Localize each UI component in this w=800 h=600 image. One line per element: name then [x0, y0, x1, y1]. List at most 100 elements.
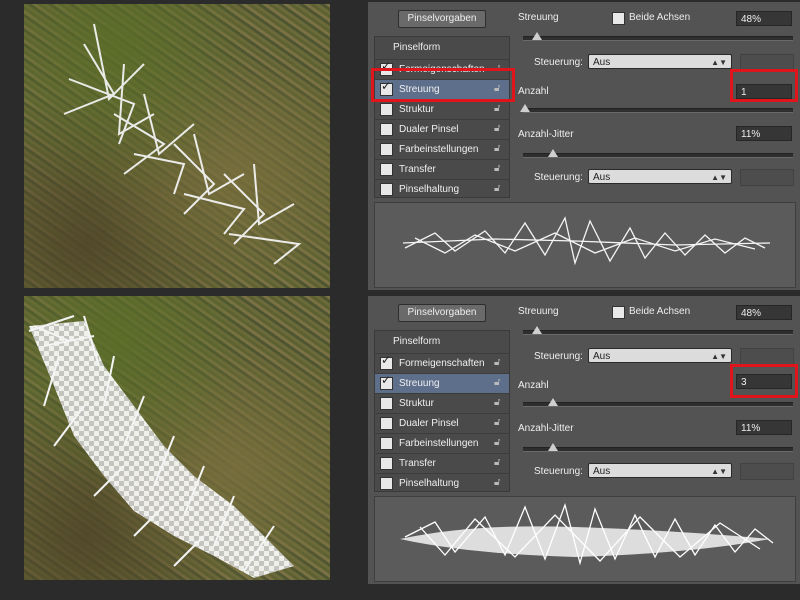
highlight-box-streuung	[371, 68, 515, 102]
slider-thumb[interactable]	[520, 104, 530, 112]
lock-icon[interactable]: 🔓︎	[494, 103, 505, 114]
top-comparison: Pinselvorgaben Pinselform ✓ Formeigensch…	[0, 0, 800, 292]
list-item-texture[interactable]: Struktur 🔓︎	[375, 393, 509, 413]
count-jitter-value-field[interactable]: 11%	[736, 126, 792, 141]
stroke-preview-graphic	[402, 216, 771, 266]
brush-settings-list: Pinselform ✓ Formeigenschaften 🔓︎ ✓ Stre…	[374, 330, 510, 492]
highlight-box-count-bottom	[730, 364, 798, 398]
scatter-value-field[interactable]: 48%	[736, 11, 792, 26]
list-item-color-dynamics[interactable]: Farbeinstellungen 🔓︎	[375, 139, 509, 159]
checkbox[interactable]	[380, 437, 393, 450]
count-jitter-slider[interactable]	[523, 149, 793, 158]
both-axes-label: Beide Achsen	[629, 306, 691, 317]
control2-label: Steuerung:	[534, 466, 583, 477]
list-item-brush-pose[interactable]: Pinselhaltung 🔓︎	[375, 179, 509, 199]
stroke-preview-graphic	[400, 502, 774, 566]
lock-icon[interactable]: 🔓︎	[494, 143, 505, 154]
bottom-comparison: Pinselvorgaben Pinselform ✓ Formeigensch…	[0, 294, 800, 586]
slider-thumb[interactable]	[548, 443, 558, 451]
list-item-texture[interactable]: Struktur 🔓︎	[375, 99, 509, 119]
item-label: Farbeinstellungen	[399, 438, 479, 449]
disabled-field	[740, 463, 794, 480]
checkbox[interactable]	[380, 457, 393, 470]
brush-stroke-preview	[374, 496, 796, 582]
lock-icon[interactable]: 🔓︎	[494, 357, 505, 368]
checkbox[interactable]	[380, 183, 393, 196]
lock-icon[interactable]: 🔓︎	[494, 377, 505, 388]
slider-thumb[interactable]	[532, 326, 542, 334]
list-item-transfer[interactable]: Transfer 🔓︎	[375, 453, 509, 473]
disabled-field	[740, 169, 794, 186]
lock-icon[interactable]: 🔓︎	[494, 477, 505, 488]
brush-tip-shape-label[interactable]: Pinselform	[393, 42, 440, 53]
item-label: Dualer Pinsel	[399, 418, 459, 429]
checkbox[interactable]	[380, 397, 393, 410]
lock-icon[interactable]: 🔓︎	[494, 457, 505, 468]
both-axes-checkbox[interactable]	[612, 306, 625, 319]
control2-select[interactable]: Aus ▲▼	[588, 463, 732, 478]
chevron-updown-icon: ▲▼	[711, 352, 727, 361]
brush-tip-shape-label[interactable]: Pinselform	[393, 336, 440, 347]
count-jitter-value-field[interactable]: 11%	[736, 420, 792, 435]
checkbox[interactable]	[380, 123, 393, 136]
checkbox[interactable]	[380, 163, 393, 176]
scatter-value-field[interactable]: 48%	[736, 305, 792, 320]
both-axes-checkbox[interactable]	[612, 12, 625, 25]
count-label: Anzahl	[518, 380, 549, 391]
list-item-dual-brush[interactable]: Dualer Pinsel 🔓︎	[375, 119, 509, 139]
brush-stroke-preview	[374, 202, 796, 288]
list-item-color-dynamics[interactable]: Farbeinstellungen 🔓︎	[375, 433, 509, 453]
brush-presets-button[interactable]: Pinselvorgaben	[398, 10, 486, 28]
chevron-updown-icon: ▲▼	[711, 173, 727, 182]
count-slider[interactable]	[520, 104, 793, 113]
check-icon: ✓	[381, 373, 392, 387]
scatter-slider[interactable]	[523, 32, 793, 41]
slider-thumb[interactable]	[532, 32, 542, 40]
canvas-preview-top[interactable]	[24, 4, 330, 288]
lock-icon[interactable]: 🔓︎	[494, 417, 505, 428]
lock-icon[interactable]: 🔓︎	[494, 437, 505, 448]
brush-settings-list: Pinselform ✓ Formeigenschaften 🔓︎ ✓ Stre…	[374, 36, 510, 198]
checkbox[interactable]	[380, 143, 393, 156]
slider-thumb[interactable]	[548, 149, 558, 157]
control-select[interactable]: Aus ▲▼	[588, 348, 732, 363]
list-item-dual-brush[interactable]: Dualer Pinsel 🔓︎	[375, 413, 509, 433]
count-jitter-slider[interactable]	[523, 443, 793, 452]
item-label: Pinselhaltung	[399, 478, 460, 489]
item-label: Struktur	[399, 104, 435, 115]
control-label: Steuerung:	[534, 57, 583, 68]
scatter-label: Streuung	[518, 306, 559, 317]
list-item-brush-pose[interactable]: Pinselhaltung 🔓︎	[375, 473, 509, 493]
count-slider[interactable]	[523, 398, 793, 407]
brush-presets-button[interactable]: Pinselvorgaben	[398, 304, 486, 322]
checkbox[interactable]	[380, 417, 393, 430]
checkbox[interactable]	[380, 103, 393, 116]
brush-panel-top: Pinselvorgaben Pinselform ✓ Formeigensch…	[368, 2, 800, 290]
select-value: Aus	[593, 351, 611, 362]
item-label: Formeigenschaften	[399, 358, 485, 369]
item-label: Transfer	[399, 458, 436, 469]
checkbox[interactable]	[380, 477, 393, 490]
list-item-shape-dynamics[interactable]: ✓ Formeigenschaften 🔓︎	[375, 353, 509, 373]
select-value: Aus	[593, 466, 611, 477]
list-item-transfer[interactable]: Transfer 🔓︎	[375, 159, 509, 179]
control2-label: Steuerung:	[534, 172, 583, 183]
brush-stroke-bottom	[28, 315, 294, 578]
canvas-preview-bottom[interactable]	[24, 296, 330, 580]
list-item-scattering[interactable]: ✓ Streuung 🔓︎	[375, 373, 509, 393]
lock-icon[interactable]: 🔓︎	[494, 183, 505, 194]
check-icon: ✓	[381, 353, 392, 367]
count-jitter-label: Anzahl-Jitter	[518, 423, 574, 434]
select-value: Aus	[593, 172, 611, 183]
control2-select[interactable]: Aus ▲▼	[588, 169, 732, 184]
lock-icon[interactable]: 🔓︎	[494, 123, 505, 134]
lock-icon[interactable]: 🔓︎	[494, 163, 505, 174]
lock-icon[interactable]: 🔓︎	[494, 397, 505, 408]
scatter-slider[interactable]	[523, 326, 793, 335]
chevron-updown-icon: ▲▼	[711, 58, 727, 67]
control-select[interactable]: Aus ▲▼	[588, 54, 732, 69]
item-label: Pinselhaltung	[399, 184, 460, 195]
item-label: Streuung	[399, 378, 440, 389]
brush-panel-bottom: Pinselvorgaben Pinselform ✓ Formeigensch…	[368, 296, 800, 584]
slider-thumb[interactable]	[548, 398, 558, 406]
